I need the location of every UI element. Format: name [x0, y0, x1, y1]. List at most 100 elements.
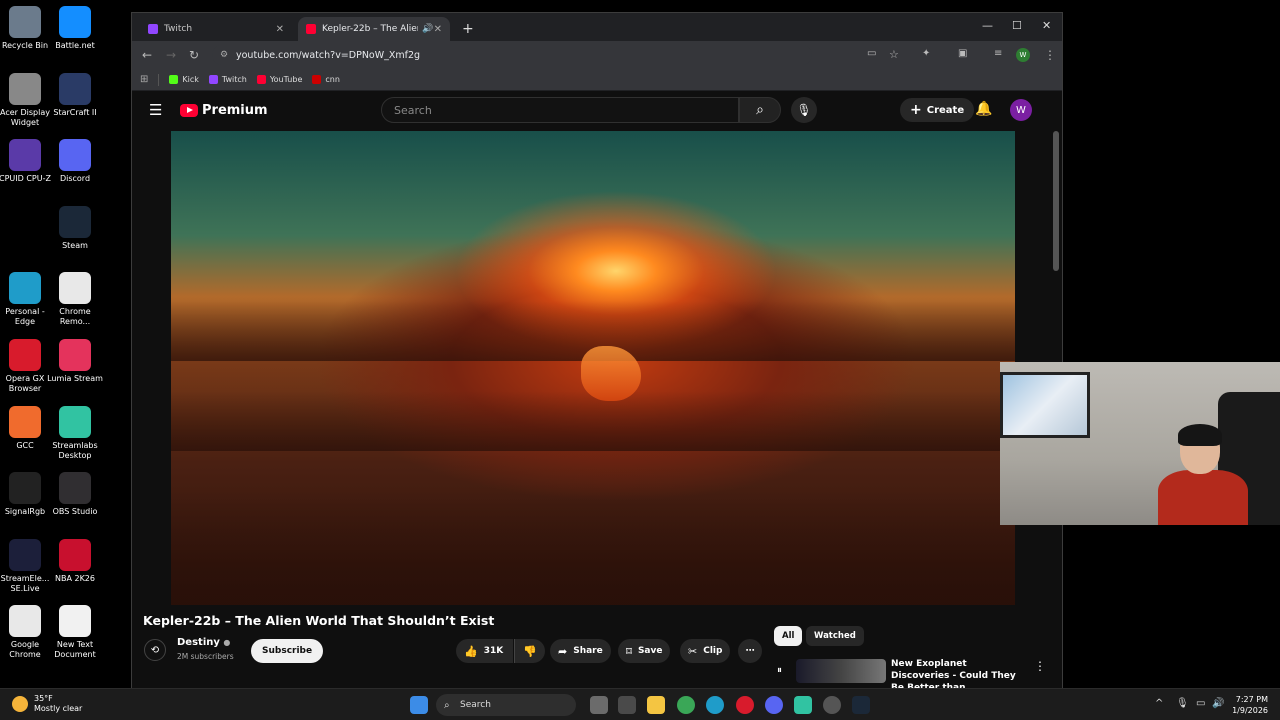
- tray-overflow-icon[interactable]: ^: [1155, 698, 1163, 709]
- tab-bar: Twitch ✕ Kepler-22b – The Alien Wo 🔊 ✕ +…: [132, 13, 1062, 41]
- webcam-window-bg: [1000, 372, 1090, 438]
- clip-button[interactable]: ✂ Clip: [680, 639, 731, 663]
- subscribe-button[interactable]: Subscribe: [251, 639, 324, 663]
- file-explorer-icon[interactable]: [647, 696, 665, 714]
- tab-label: Kepler-22b – The Alien Wo: [322, 24, 418, 34]
- recommendation-title[interactable]: New Exoplanet Discoveries - Could They B…: [891, 658, 1021, 689]
- recommendation-menu-icon[interactable]: ⋮: [1034, 659, 1046, 673]
- tab-youtube[interactable]: Kepler-22b – The Alien Wo 🔊 ✕: [298, 17, 450, 41]
- profile-avatar[interactable]: W: [1016, 48, 1030, 62]
- search-input[interactable]: Search: [381, 97, 739, 123]
- obs-taskbar-icon[interactable]: [823, 696, 841, 714]
- desktop-icon[interactable]: StarCraft II: [50, 72, 100, 118]
- desktop-icon[interactable]: Recycle Bin: [0, 6, 50, 51]
- desktop-app-icon: [59, 605, 91, 638]
- create-button[interactable]: + Create: [900, 98, 975, 122]
- audio-icon[interactable]: 🔊: [422, 24, 433, 34]
- page-scrollbar[interactable]: [1053, 131, 1059, 271]
- close-window-icon[interactable]: ✕: [1042, 19, 1051, 32]
- chip-watched[interactable]: Watched: [806, 626, 864, 646]
- maximize-icon[interactable]: ☐: [1012, 19, 1022, 32]
- desktop-icon[interactable]: StreamEle... SE.Live: [0, 538, 50, 594]
- opera-gx-taskbar-icon[interactable]: [736, 696, 754, 714]
- desktop-icon[interactable]: GCC: [0, 405, 50, 451]
- voice-search-button[interactable]: 🎙: [791, 97, 817, 123]
- address-bar[interactable]: ⚙ youtube.com/watch?v=DPNoW_Xmf2g: [212, 45, 812, 65]
- desktop-icon[interactable]: Battle.net: [50, 6, 100, 51]
- share-button[interactable]: ➦ Share: [550, 639, 611, 663]
- bookmark-star-icon[interactable]: ☆: [889, 48, 899, 61]
- bookmark-label: YouTube: [269, 75, 303, 84]
- channel-avatar[interactable]: ⟲: [144, 639, 166, 661]
- like-button[interactable]: 👍 31K: [456, 639, 514, 663]
- video-player[interactable]: [171, 131, 1015, 605]
- recommendation-thumbnail[interactable]: [796, 659, 886, 683]
- bookmark-youtube[interactable]: YouTube: [256, 75, 303, 84]
- desktop-icon[interactable]: Chrome Remo...: [50, 272, 100, 327]
- streamlabs-taskbar-icon[interactable]: [794, 696, 812, 714]
- desktop-icon[interactable]: CPUID CPU-Z: [0, 139, 51, 184]
- verified-icon: ●: [223, 638, 231, 647]
- more-actions-button[interactable]: ⋯: [738, 639, 762, 663]
- sidepanel-icon[interactable]: ▣: [958, 48, 967, 59]
- minimize-icon[interactable]: —: [982, 19, 993, 32]
- search-button[interactable]: ⌕: [739, 97, 781, 123]
- menu-icon[interactable]: ⋮: [1044, 48, 1056, 62]
- edge-taskbar-icon[interactable]: [706, 696, 724, 714]
- forward-icon[interactable]: →: [166, 48, 176, 62]
- channel-name[interactable]: Destiny ●: [177, 637, 230, 648]
- hamburger-menu-icon[interactable]: ☰: [149, 101, 162, 119]
- microphone-tray-icon[interactable]: 🎙: [1176, 698, 1189, 709]
- desktop-icon[interactable]: Acer Display Widget: [0, 72, 50, 128]
- desktop-icon[interactable]: Lumia Stream: [47, 339, 103, 384]
- bookmark-twitch[interactable]: Twitch: [208, 75, 247, 84]
- bookmark-icon: ⌑: [626, 644, 632, 658]
- desktop-app-icon: [9, 72, 41, 105]
- close-tab-icon[interactable]: ✕: [434, 24, 442, 35]
- volume-icon[interactable]: 🔊: [1212, 698, 1224, 709]
- weather-widget[interactable]: 35°F Mostly clear: [12, 694, 82, 714]
- desktop-icon[interactable]: Steam: [50, 205, 100, 251]
- apps-icon[interactable]: ⊞: [140, 74, 148, 85]
- widgets-icon[interactable]: [618, 696, 636, 714]
- chrome-taskbar-icon[interactable]: [677, 696, 695, 714]
- taskbar-search[interactable]: ⌕ Search: [436, 694, 576, 716]
- chip-all[interactable]: All: [774, 626, 803, 646]
- desktop-icon[interactable]: New Text Document: [50, 605, 100, 660]
- account-avatar[interactable]: W: [1010, 99, 1032, 121]
- thumbs-down-icon: 👎: [523, 644, 537, 658]
- cast-icon[interactable]: ▭: [867, 48, 876, 59]
- steam-taskbar-icon[interactable]: [852, 696, 870, 714]
- extensions-icon[interactable]: ✦: [922, 48, 930, 59]
- desktop-icon[interactable]: Streamlabs Desktop: [50, 405, 100, 461]
- youtube-premium-logo[interactable]: Premium: [180, 103, 268, 118]
- desktop-icon[interactable]: Google Chrome: [0, 605, 50, 660]
- new-tab-button[interactable]: +: [454, 17, 482, 41]
- webcam-person: [1158, 424, 1248, 525]
- desktop-icon[interactable]: Personal - Edge: [0, 272, 50, 327]
- toolbar: ← → ↻ ⚙ youtube.com/watch?v=DPNoW_Xmf2g …: [132, 41, 1062, 69]
- media-icon[interactable]: ≡: [994, 48, 1002, 59]
- cnn-icon: [312, 75, 322, 84]
- start-button[interactable]: [410, 696, 428, 714]
- notifications-bell-icon[interactable]: 🔔: [975, 101, 992, 117]
- desktop-icon[interactable]: Opera GX Browser: [0, 339, 50, 394]
- desktop-icon[interactable]: OBS Studio: [50, 472, 100, 517]
- bookmark-cnn[interactable]: cnn: [312, 75, 340, 84]
- desktop-icon[interactable]: NBA 2K26: [50, 538, 100, 584]
- bookmark-kick[interactable]: Kick: [169, 75, 199, 84]
- discord-taskbar-icon[interactable]: [765, 696, 783, 714]
- back-icon[interactable]: ←: [142, 48, 152, 62]
- site-info-icon[interactable]: ⚙: [220, 50, 228, 60]
- desktop-icon[interactable]: SignalRgb: [0, 472, 50, 517]
- clock[interactable]: 7:27 PM 1/9/2026: [1232, 694, 1268, 716]
- dislike-button[interactable]: 👎: [514, 639, 545, 663]
- task-view-icon[interactable]: [590, 696, 608, 714]
- reload-icon[interactable]: ↻: [189, 48, 199, 62]
- network-icon[interactable]: ▭: [1196, 698, 1205, 709]
- save-button[interactable]: ⌑ Save: [618, 639, 671, 663]
- clip-label: Clip: [703, 646, 723, 656]
- tab-twitch[interactable]: Twitch ✕: [140, 17, 292, 41]
- desktop-icon[interactable]: Discord: [50, 139, 100, 184]
- close-tab-icon[interactable]: ✕: [276, 24, 284, 35]
